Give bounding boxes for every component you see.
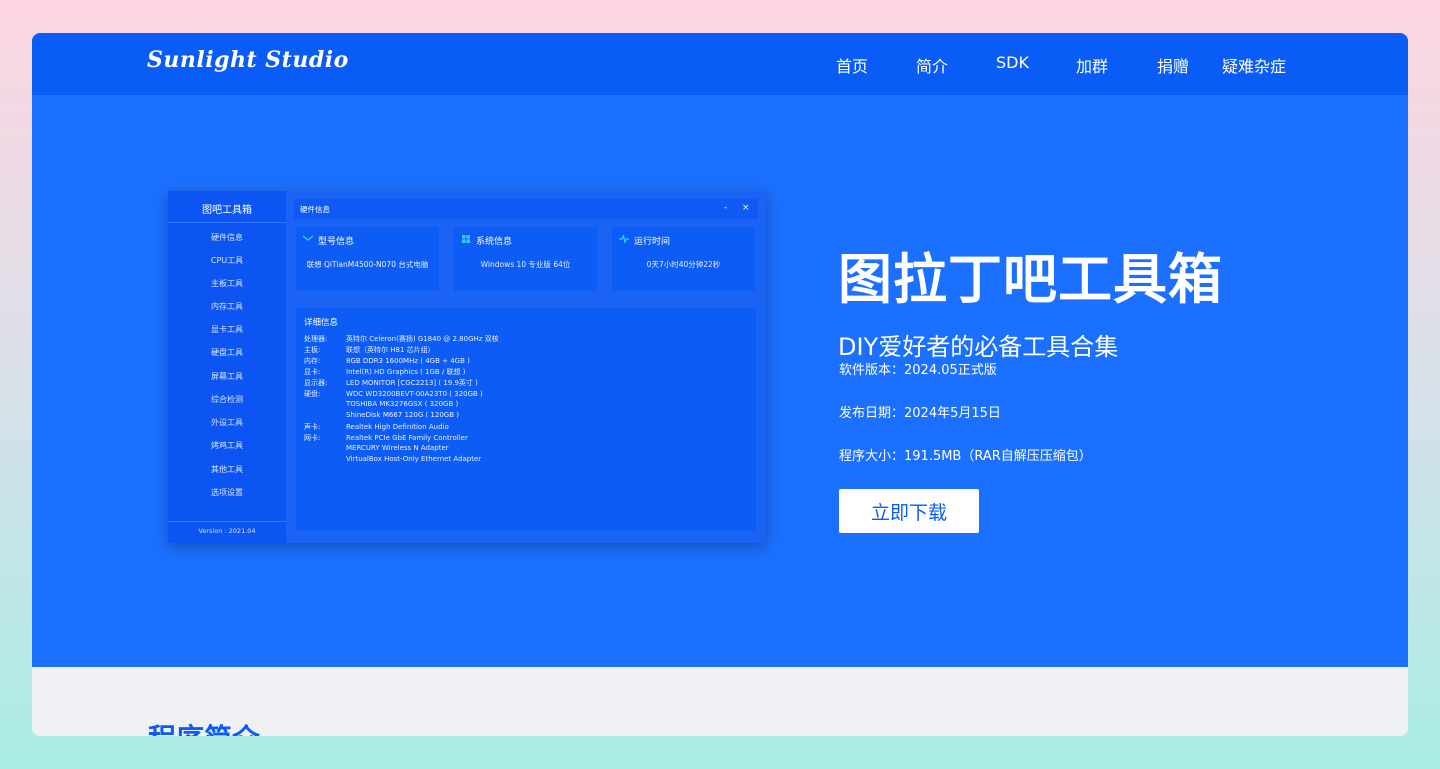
site-logo[interactable]: Sunlight Studio (147, 47, 349, 73)
detail-value: TOSHIBA MK3276GSX ( 320GB ) (346, 400, 459, 408)
detail-key: 硬盘: (304, 390, 321, 398)
detail-row: 内存: 8GB DDR3 1600MHz ( 4GB + 4GB ) (304, 356, 470, 366)
pulse-icon (619, 235, 629, 243)
screenshot-sidebar-item: 综合检测 (211, 395, 243, 404)
nav-item-home[interactable]: 首页 (836, 53, 868, 77)
screenshot-sidebar: 图吧工具箱 硬件信息 CPU工具 主板工具 内存工具 显卡工具 硬盘工具 屏幕工… (168, 191, 287, 543)
detail-row: VirtualBox Host-Only Ethernet Adapter (304, 455, 481, 463)
software-version: 软件版本：2024.05正式版 (839, 363, 997, 378)
windows-icon (462, 235, 470, 243)
nav-item-join-group[interactable]: 加群 (1076, 53, 1108, 77)
detail-value: VirtualBox Host-Only Ethernet Adapter (346, 455, 482, 463)
detail-row: MERCURY Wireless N Adapter (304, 444, 449, 452)
detail-row: ShineDisk M667 120G ( 120GB ) (304, 411, 459, 419)
detail-row: 显示器: LED MONITOR [CGC2213] ( 19.9英寸 ) (304, 378, 478, 388)
detail-row: TOSHIBA MK3276GSX ( 320GB ) (304, 400, 458, 408)
screenshot-sidebar-item: 主板工具 (211, 279, 243, 288)
screenshot-detail-panel: 详细信息 处理器: 英特尔 Celeron(赛扬) G1840 @ 2.80GHz… (296, 308, 756, 531)
detail-key: 声卡: (304, 423, 321, 431)
detail-value: Intel(R) HD Graphics ( 1GB / 联想 ) (346, 368, 466, 376)
screenshot-sidebar-item: 硬件信息 (211, 233, 243, 242)
card-value: 0天7小时40分钟22秒 (646, 260, 721, 269)
close-icon: × (742, 203, 750, 213)
screenshot-main: 硬件信息 - × 型号信息 联想 QiTianM4500-N070 台式电脑 系… (286, 191, 766, 543)
screenshot-sidebar-item: 内存工具 (211, 302, 243, 311)
detail-row: 硬盘: WDC WD3200BEVT-00A23T0 ( 320GB ) (304, 389, 483, 399)
screenshot-card-system: 系统信息 Windows 10 专业版 64位 (454, 227, 597, 291)
card-value: 联想 QiTianM4500-N070 台式电脑 (306, 260, 429, 269)
screenshot-sidebar-item: 显卡工具 (211, 325, 243, 334)
page-frame: Sunlight Studio 首页 简介 SDK 加群 捐赠 疑难杂症 图吧工… (32, 33, 1408, 736)
program-size: 程序大小：191.5MB（RAR自解压压缩包） (839, 449, 1092, 464)
detail-value: Realtek PCIe GbE Family Controller (346, 434, 468, 442)
screenshot-sidebar-item: 屏幕工具 (211, 372, 243, 381)
detail-value: ShineDisk M667 120G ( 120GB ) (346, 411, 459, 419)
divider (168, 222, 286, 223)
detail-value: 联想（英特尔 H81 芯片组） (346, 346, 435, 354)
screenshot-sidebar-title: 图吧工具箱 (202, 205, 252, 216)
detail-key: 内存: (304, 357, 321, 365)
screenshot-sidebar-item: 硬盘工具 (211, 348, 243, 357)
hero-subtitle: DIY爱好者的必备工具合集 (838, 333, 1119, 361)
card-value: Windows 10 专业版 64位 (480, 260, 571, 269)
detail-row: 网卡: Realtek PCIe GbE Family Controller (304, 433, 468, 443)
detail-key: 处理器: (304, 335, 328, 343)
detail-key: 网卡: (304, 434, 321, 442)
detail-value: 英特尔 Celeron(赛扬) G1840 @ 2.80GHz 双核 (346, 335, 499, 343)
divider (168, 521, 286, 522)
screenshot-card-model: 型号信息 联想 QiTianM4500-N070 台式电脑 (296, 227, 439, 291)
nav-item-intro[interactable]: 简介 (916, 53, 948, 77)
detail-value: LED MONITOR [CGC2213] ( 19.9英寸 ) (346, 379, 478, 387)
app-screenshot: 图吧工具箱 硬件信息 CPU工具 主板工具 内存工具 显卡工具 硬盘工具 屏幕工… (168, 191, 766, 543)
section-title: 程序简介 (148, 717, 260, 736)
screenshot-sidebar-item: 外设工具 (211, 418, 243, 427)
screenshot-card-uptime: 运行时间 0天7小时40分钟22秒 (612, 227, 755, 291)
detail-value: MERCURY Wireless N Adapter (346, 444, 449, 452)
detail-title: 详细信息 (304, 318, 339, 328)
detail-row: 主板: 联想（英特尔 H81 芯片组） (304, 345, 435, 355)
download-button[interactable]: 立即下载 (839, 489, 979, 533)
detail-value: Realtek High Definition Audio (346, 423, 449, 431)
screenshot-sidebar-item: 选项设置 (211, 488, 243, 497)
release-date: 发布日期：2024年5月15日 (839, 406, 1001, 421)
detail-row: 显卡: Intel(R) HD Graphics ( 1GB / 联想 ) (304, 367, 465, 377)
detail-row: 处理器: 英特尔 Celeron(赛扬) G1840 @ 2.80GHz 双核 (304, 334, 499, 344)
minimize-icon: - (724, 203, 728, 213)
detail-key: 显示器: (304, 379, 328, 387)
navbar: Sunlight Studio 首页 简介 SDK 加群 捐赠 疑难杂症 (32, 33, 1408, 95)
screenshot-titlebar: 硬件信息 - × (294, 199, 758, 219)
screenshot-version: Version : 2021.04 (198, 527, 256, 535)
detail-key: 主板: (304, 346, 321, 354)
card-title: 运行时间 (634, 237, 671, 247)
hero-section: 图吧工具箱 硬件信息 CPU工具 主板工具 内存工具 显卡工具 硬盘工具 屏幕工… (32, 95, 1408, 667)
screenshot-sidebar-item: CPU工具 (210, 256, 244, 265)
nav-item-donate[interactable]: 捐赠 (1157, 53, 1189, 77)
detail-key: 显卡: (304, 368, 321, 376)
screenshot-window-title: 硬件信息 (300, 205, 330, 214)
detail-value: WDC WD3200BEVT-00A23T0 ( 320GB ) (346, 390, 483, 398)
card-title: 型号信息 (318, 237, 355, 247)
nav-item-sdk[interactable]: SDK (996, 53, 1029, 72)
hero-title: 图拉丁吧工具箱 (838, 248, 1223, 311)
detail-value: 8GB DDR3 1600MHz ( 4GB + 4GB ) (346, 357, 470, 365)
screenshot-sidebar-item: 烤鸡工具 (211, 441, 243, 450)
monitor-icon (303, 235, 313, 241)
card-title: 系统信息 (476, 237, 513, 247)
nav-item-faq[interactable]: 疑难杂症 (1222, 53, 1286, 77)
detail-row: 声卡: Realtek High Definition Audio (304, 422, 449, 432)
screenshot-sidebar-item: 其他工具 (211, 465, 243, 474)
